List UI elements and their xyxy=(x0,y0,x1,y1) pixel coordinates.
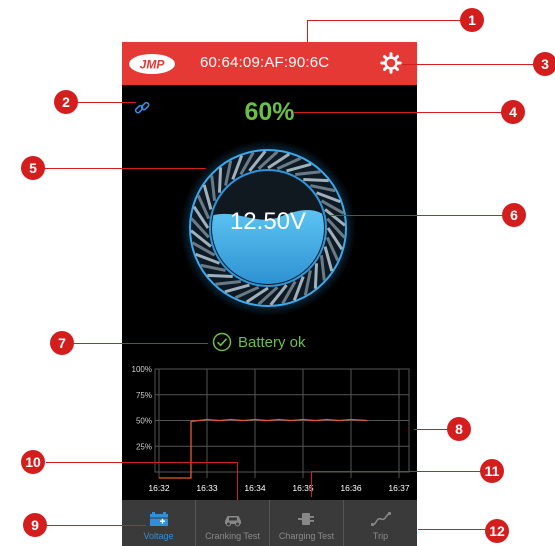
callout-line-1h xyxy=(307,20,462,21)
x-tick-label: 16:32 xyxy=(148,483,170,493)
tab-trip[interactable]: Trip xyxy=(343,500,417,546)
callout-line-6 xyxy=(330,215,505,216)
tab-label: Charging Test xyxy=(278,531,335,541)
status-text: Battery ok xyxy=(238,333,306,351)
callout-line-11 xyxy=(311,471,483,472)
callout-8: 8 xyxy=(447,417,471,441)
callout-2: 2 xyxy=(54,90,78,114)
gear-icon[interactable] xyxy=(380,52,402,74)
callout-line-7 xyxy=(74,343,208,344)
callout-4: 4 xyxy=(501,100,525,124)
x-tick-label: 16:34 xyxy=(244,483,266,493)
gauge-ring-tooth xyxy=(303,177,329,183)
callout-7: 7 xyxy=(50,331,74,355)
callout-line-12 xyxy=(418,529,486,530)
callout-line-4 xyxy=(294,112,504,113)
tab-label: Cranking Test xyxy=(205,531,260,541)
callout-12: 12 xyxy=(485,519,509,543)
y-tick-label: 25% xyxy=(136,442,152,451)
brand-logo-text: JMP xyxy=(140,58,166,72)
check-circle-icon xyxy=(212,332,232,352)
gauge-ring-tooth xyxy=(207,273,233,279)
callout-line-1 xyxy=(307,20,308,42)
voltage-history-chart: 100%75%50%25% 16:32 16:33 16:34 16:35 16:36 1… xyxy=(132,365,410,493)
battery-icon xyxy=(149,512,168,526)
voltage-value: 12.50V xyxy=(229,208,307,235)
tab-voltage[interactable]: Voltage xyxy=(122,500,195,546)
tab-cranking-test[interactable]: Cranking Test xyxy=(195,500,269,546)
x-tick-label: 16:37 xyxy=(388,483,410,493)
callout-line-10v xyxy=(237,462,238,500)
x-tick-label: 16:36 xyxy=(340,483,362,493)
brand-logo: JMP xyxy=(128,53,176,75)
y-tick-label: 75% xyxy=(136,391,152,400)
app-header: JMP 60:64:09:AF:90:6C xyxy=(122,42,417,85)
gauge-ring-tooth xyxy=(313,263,319,289)
y-tick-label: 50% xyxy=(136,417,152,426)
trip-curve-icon xyxy=(370,511,391,527)
callout-line-3 xyxy=(402,64,537,65)
battery-status: Battery ok xyxy=(212,331,306,353)
series-line xyxy=(159,418,368,479)
x-tick-label: 16:33 xyxy=(196,483,218,493)
callout-3: 3 xyxy=(533,52,555,76)
gauge-ring-tooth xyxy=(217,167,223,193)
callout-line-2 xyxy=(78,102,136,103)
y-tick-label: 100% xyxy=(132,365,152,374)
callout-10: 10 xyxy=(21,450,45,474)
car-icon xyxy=(224,516,241,527)
callout-1: 1 xyxy=(460,8,484,32)
callout-5: 5 xyxy=(21,156,45,180)
callout-6: 6 xyxy=(502,203,526,227)
callout-line-9 xyxy=(46,525,146,526)
callout-line-11v xyxy=(311,471,312,497)
tab-charging-test[interactable]: Charging Test xyxy=(269,500,343,546)
callout-9: 9 xyxy=(23,513,47,537)
tab-label: Voltage xyxy=(143,531,174,541)
tab-label: Trip xyxy=(372,531,389,541)
callout-line-5 xyxy=(42,168,206,169)
callout-line-10 xyxy=(46,462,237,463)
plug-icon xyxy=(297,513,314,525)
bottom-tab-bar: Voltage Cranking Test Charging Test Trip xyxy=(122,500,417,546)
x-axis-ticks: 16:32 16:33 16:34 16:35 16:36 16:37 xyxy=(148,483,410,493)
callout-11: 11 xyxy=(480,459,504,483)
device-address: 60:64:09:AF:90:6C xyxy=(200,54,330,71)
y-axis-ticks: 100% 75% 50% 25% xyxy=(132,365,152,451)
callout-line-8 xyxy=(414,429,449,430)
